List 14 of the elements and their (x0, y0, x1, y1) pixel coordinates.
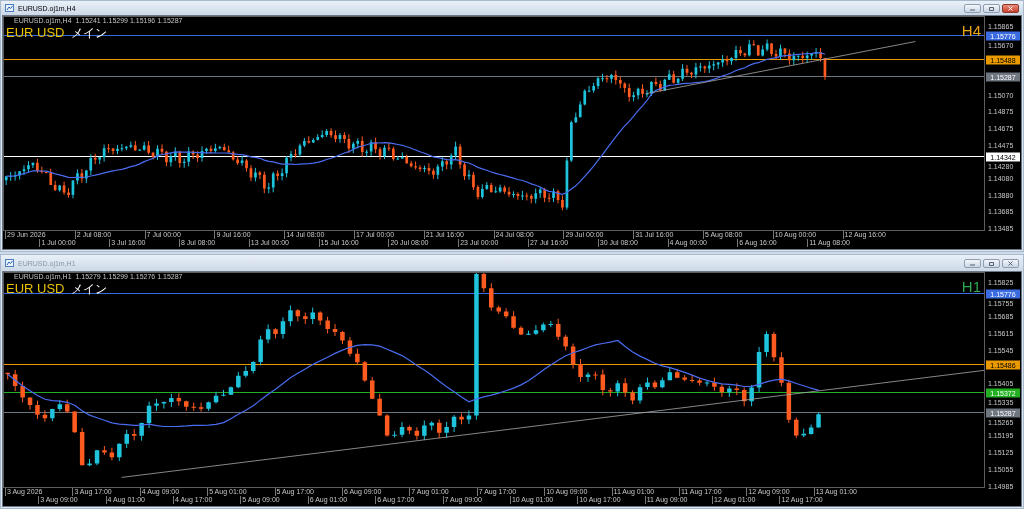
chart-window-icon (5, 259, 14, 267)
restore-icon (988, 260, 995, 266)
chart-label: メイン (70, 282, 107, 296)
restore-button[interactable] (983, 3, 1000, 13)
restore-button[interactable] (983, 258, 1000, 268)
close-icon (1007, 260, 1014, 266)
close-icon (1007, 5, 1014, 11)
chart-window-icon (5, 4, 14, 12)
restore-icon (988, 5, 995, 11)
close-button[interactable] (1002, 3, 1019, 13)
timeframe-label: H1 (961, 279, 981, 295)
close-button[interactable] (1002, 258, 1019, 268)
symbol-label: EUR USD (6, 282, 65, 296)
timeframe-label: H4 (961, 23, 981, 39)
